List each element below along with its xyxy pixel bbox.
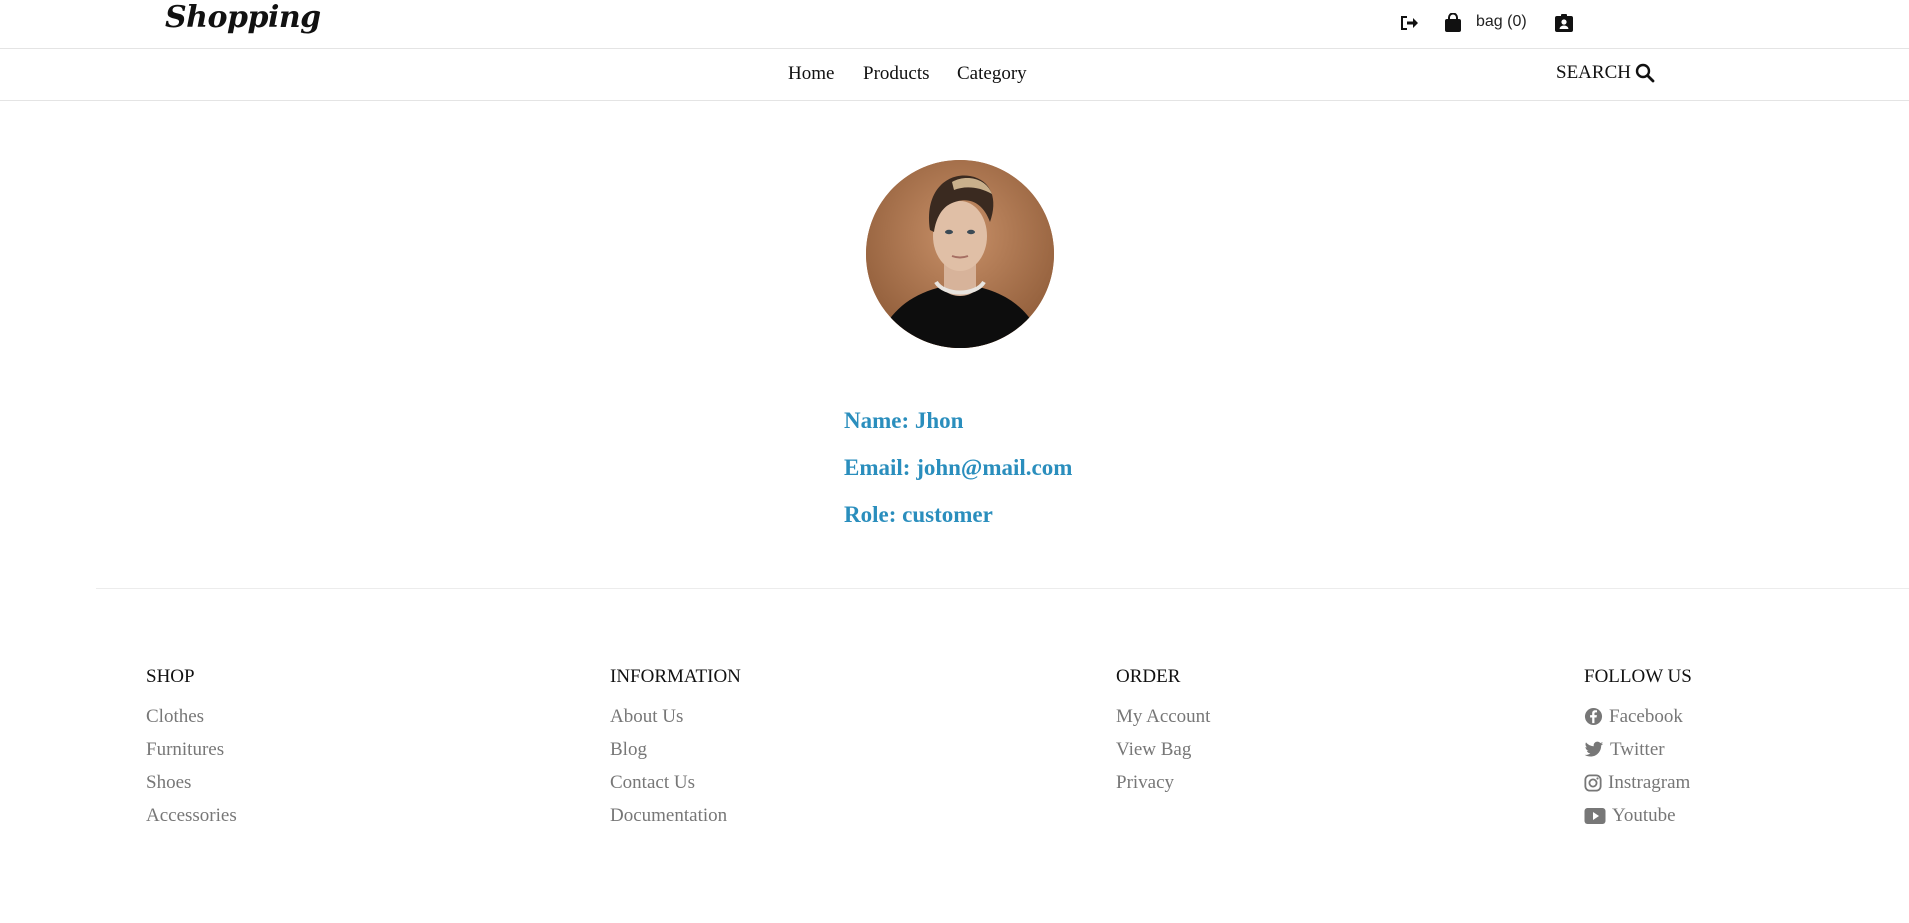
profile-name: Name: Jhon — [844, 408, 964, 433]
search-label: SEARCH — [1556, 62, 1631, 83]
footer-information-column: INFORMATION About Us Blog Contact Us Doc… — [610, 666, 741, 832]
search-button[interactable]: SEARCH — [1556, 62, 1655, 84]
search-icon — [1635, 63, 1655, 83]
footer-link-instagram[interactable]: Instragram — [1584, 766, 1692, 799]
footer-follow-title: FOLLOW US — [1584, 666, 1692, 687]
nav-products[interactable]: Products — [863, 63, 930, 85]
nav-category[interactable]: Category — [957, 63, 1027, 85]
instagram-label: Instragram — [1608, 771, 1691, 793]
footer-shop-title: SHOP — [146, 666, 195, 687]
footer-link-clothes[interactable]: Clothes — [146, 700, 237, 733]
footer-follow-column: FOLLOW US Facebook Twitter Instragram Yo… — [1584, 666, 1692, 832]
footer-shop-column: SHOP Clothes Furnitures Shoes Accessorie… — [146, 666, 237, 832]
footer-order-title: ORDER — [1116, 666, 1181, 687]
twitter-label: Twitter — [1610, 738, 1665, 760]
footer-link-facebook[interactable]: Facebook — [1584, 700, 1692, 733]
facebook-label: Facebook — [1609, 705, 1683, 727]
footer-link-privacy[interactable]: Privacy — [1116, 766, 1210, 799]
profile-role: Role: customer — [844, 502, 993, 527]
footer-link-twitter[interactable]: Twitter — [1584, 733, 1692, 766]
footer-link-shoes[interactable]: Shoes — [146, 766, 237, 799]
footer-divider — [96, 588, 1909, 589]
sign-out-icon[interactable] — [1398, 12, 1420, 34]
footer-link-documentation[interactable]: Documentation — [610, 799, 741, 832]
footer-information-title: INFORMATION — [610, 666, 741, 687]
nav-home[interactable]: Home — [788, 63, 834, 85]
footer-link-my-account[interactable]: My Account — [1116, 700, 1210, 733]
footer-link-blog[interactable]: Blog — [610, 733, 741, 766]
footer-link-about-us[interactable]: About Us — [610, 700, 741, 733]
facebook-icon — [1584, 707, 1603, 726]
footer-order-column: ORDER My Account View Bag Privacy — [1116, 666, 1210, 799]
shopping-bag-icon[interactable] — [1442, 12, 1464, 34]
site-logo[interactable]: Shopping — [165, 0, 321, 35]
youtube-icon — [1584, 807, 1606, 824]
top-bar: Shopping bag (0) — [0, 0, 1909, 49]
youtube-label: Youtube — [1612, 804, 1676, 826]
footer-link-accessories[interactable]: Accessories — [146, 799, 237, 832]
twitter-icon — [1584, 741, 1604, 756]
id-badge-icon[interactable] — [1553, 12, 1575, 34]
profile-email: Email: john@mail.com — [844, 455, 1073, 480]
footer-link-youtube[interactable]: Youtube — [1584, 799, 1692, 832]
instagram-icon — [1584, 773, 1602, 792]
bag-count[interactable]: bag (0) — [1476, 13, 1527, 31]
profile-avatar — [866, 160, 1054, 348]
main-navbar: Home Products Category SEARCH — [0, 49, 1909, 101]
footer-link-contact-us[interactable]: Contact Us — [610, 766, 741, 799]
footer-link-furnitures[interactable]: Furnitures — [146, 733, 237, 766]
footer-link-view-bag[interactable]: View Bag — [1116, 733, 1210, 766]
